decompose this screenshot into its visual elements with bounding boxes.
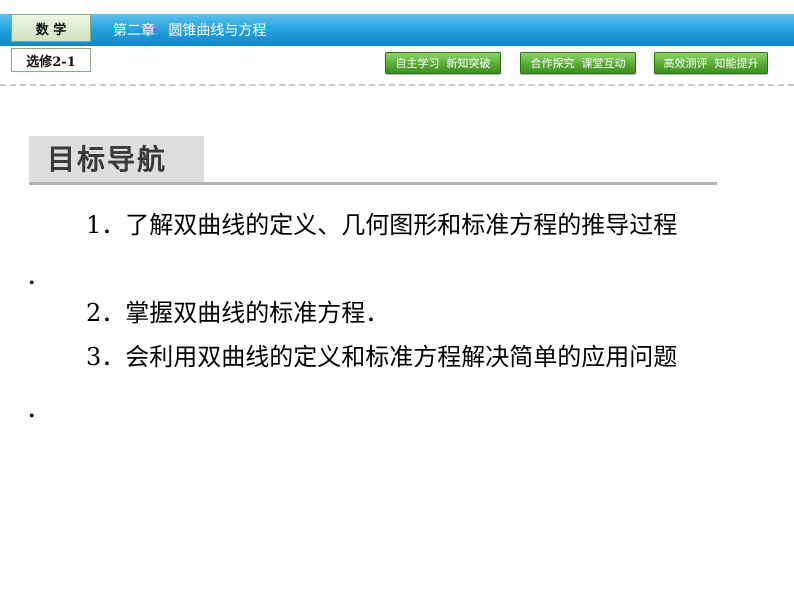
subject-label: 数 学 (11, 14, 91, 42)
nav-button-self-study[interactable]: 自主学习 新知突破 (385, 52, 501, 74)
goal-1-continuation: ． (26, 262, 50, 290)
goal-3: 3．会利用双曲线的定义和标准方程解决简单的应用问题 (86, 343, 678, 371)
goal-2: 2．掌握双曲线的标准方程． (86, 299, 390, 327)
nav-button-assessment[interactable]: 高效测评 知能提升 (654, 52, 768, 74)
header-divider (0, 84, 794, 86)
module-label: 选修2-1 (11, 48, 91, 72)
chapter-title: 第二章 圆锥曲线与方程 (113, 23, 267, 39)
goal-3-continuation: ． (26, 395, 50, 423)
section-title: 目标导航 (47, 143, 168, 176)
section-underline (29, 182, 717, 185)
nav-button-cooperative-inquiry[interactable]: 合作探究 课堂互动 (520, 52, 636, 74)
goal-1: 1．了解双曲线的定义、几何图形和标准方程的推导过程 (86, 211, 678, 239)
